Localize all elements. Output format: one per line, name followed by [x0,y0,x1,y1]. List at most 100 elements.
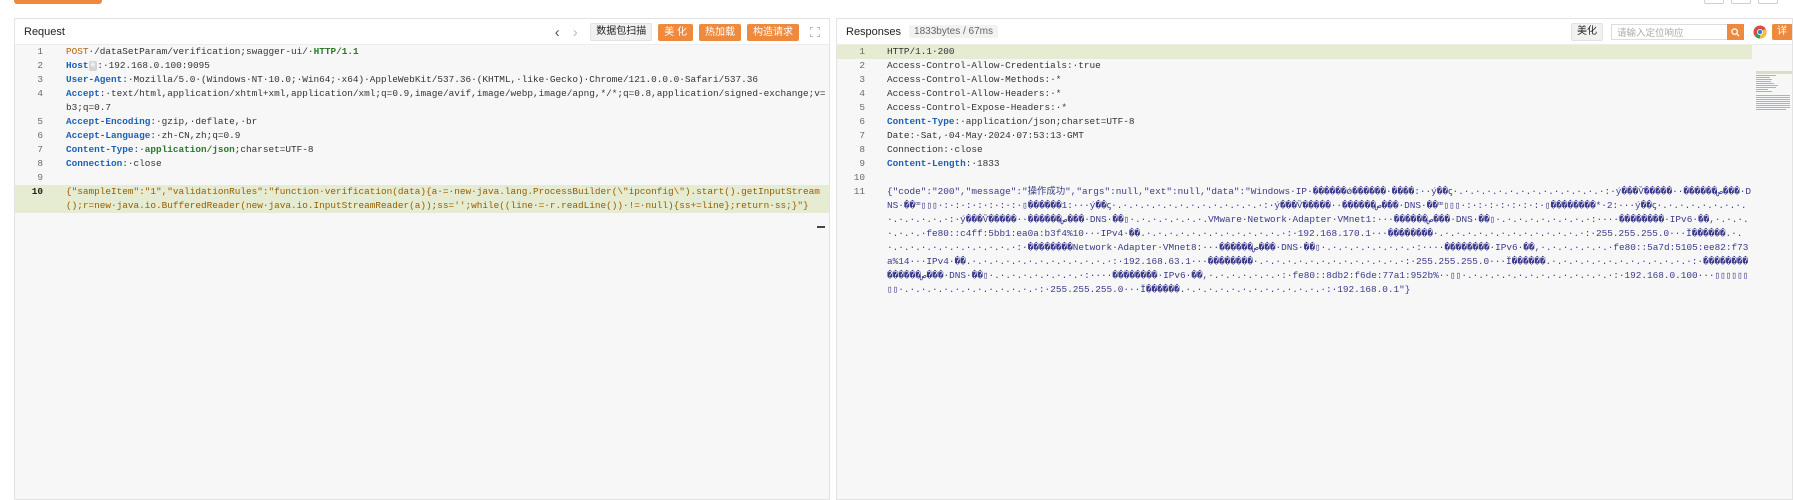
response-pane: Responses 1833bytes / 67ms 美化 请输入定位响应 详 [836,18,1793,500]
line-text: Connection:·close [43,157,829,171]
line-number: 1 [859,46,865,57]
response-line: 1 HTTP/1.1·200 [837,45,1752,59]
token: Access-Control-Allow-Credentials:·true [887,60,1101,71]
top-window-control-3[interactable] [1758,0,1778,4]
request-line: 8 Connection:·close [15,157,829,171]
forward-arrow-icon[interactable]: › [566,24,584,41]
token: POST [66,46,89,57]
token: ·/dataSetParam/verification;swagger-ui/· [88,46,314,57]
line-text: {"sampleItem":"1","validationRules":"fun… [43,185,829,213]
token: HTTP/1.1·200 [887,46,955,57]
top-orange-button[interactable] [14,0,102,4]
token: User-Agent [66,74,123,85]
token: :·192.168.0.100:9095 [97,60,210,71]
token: :·Mozilla/5.0·(Windows·NT·10.0;·Win64;·x… [122,74,758,85]
token: {"code":"200","message":"操作成功","args":nu… [887,186,1752,295]
request-editor[interactable]: 1 POST·/dataSetParam/verification;swagger… [15,45,829,499]
token: :·1833 [965,158,1000,169]
line-number: 10 [31,186,43,197]
token: Accept-Language [66,130,151,141]
token: ;charset=UTF-8 [234,144,314,155]
line-number: 5 [37,116,43,127]
request-line: 6 Accept-Language:·zh-CN,zh;q=0.9 [15,129,829,143]
token: :·close [122,158,162,169]
request-line: 10 {"sampleItem":"1","validationRules":"f… [15,185,829,213]
line-text: Accept-Encoding:·gzip,·deflate,·br [43,115,829,129]
request-line: 5 Accept-Encoding:·gzip,·deflate,·br [15,115,829,129]
line-text: Date:·Sat,·04·May·2024·07:53:13·GMT [865,129,1752,143]
line-number: 9 [37,172,43,183]
request-header: Request ‹ › 数据包扫描 美 化 热加载 构造请求 [15,19,829,45]
request-line: 4 Accept:·text/html,application/xhtml+xml… [15,87,829,115]
top-window-control-1[interactable] [1704,0,1724,4]
expand-icon[interactable] [807,27,823,37]
response-search-input[interactable]: 请输入定位响应 [1611,24,1727,40]
request-code-lines: 1 POST·/dataSetParam/verification;swagger… [15,45,829,213]
line-text: HTTP/1.1·200 [865,45,1752,59]
detail-button[interactable]: 详 [1772,24,1792,40]
token: :·text/html,application/xhtml+xml,applic… [66,88,826,113]
request-title: Request [24,25,65,38]
line-number: 10 [853,172,865,183]
response-code-lines: 1 HTTP/1.1·200 2 Access-Control-Allow-Crede… [837,45,1752,297]
token: Content-Length [887,158,966,169]
line-number: 5 [859,102,865,113]
response-line: 4 Access-Control-Allow-Headers:·* [837,87,1752,101]
line-text: Connection:·close [865,143,1752,157]
request-line: 7 Content-Type:·application/json;charset=… [15,143,829,157]
response-minimap[interactable] [1754,71,1792,131]
line-text: Access-Control-Expose-Headers:·* [865,101,1752,115]
token: Content-Type [887,116,955,127]
line-text: POST·/dataSetParam/verification;swagger-… [43,45,829,59]
request-line: 2 Host ⊕:·192.168.0.100:9095 [15,59,829,73]
line-number: 3 [37,74,43,85]
response-line: 11 {"code":"200","message":"操作成功","args":… [837,185,1752,297]
response-line: 2 Access-Control-Allow-Credentials:·true [837,59,1752,73]
token: Connection:·close [887,144,983,155]
beautify-button[interactable]: 美 化 [658,23,693,41]
response-line: 9 Content-Length:·1833 [837,157,1752,171]
response-search: 请输入定位响应 [1611,24,1744,40]
request-pane: Request ‹ › 数据包扫描 美 化 热加载 构造请求 1 POST·/da… [14,18,830,500]
response-beautify-button[interactable]: 美化 [1571,23,1603,41]
token: Host [66,60,89,71]
token: application/json [144,144,235,155]
response-line: 5 Access-Control-Expose-Headers:·* [837,101,1752,115]
line-number: 8 [859,144,865,155]
line-number: 9 [859,158,865,169]
back-arrow-icon[interactable]: ‹ [548,24,566,41]
line-number: 11 [853,186,865,197]
construct-request-button[interactable]: 构造请求 [747,23,799,41]
token: Accept-Encoding [66,116,151,127]
line-text [865,171,1752,185]
token: {"sampleItem":"1","validationRules":"fun… [66,186,820,211]
request-toolbar: ‹ › 数据包扫描 美 化 热加载 构造请求 [548,19,829,45]
packet-scan-button[interactable]: 数据包扫描 [590,23,653,41]
line-number: 4 [859,88,865,99]
response-viewer[interactable]: 1 HTTP/1.1·200 2 Access-Control-Allow-Crede… [837,45,1792,499]
hot-reload-button[interactable]: 热加载 [699,23,741,41]
line-number: 6 [859,116,865,127]
token: :·gzip,·deflate,·br [150,116,258,127]
response-line: 3 Access-Control-Allow-Methods:·* [837,73,1752,87]
token: Connection [66,158,123,169]
response-toolbar: 美化 请输入定位响应 详 [1565,19,1792,45]
token: :· [133,144,145,155]
line-text: Content-Type:·application/json;charset=U… [865,115,1752,129]
token: Date:·Sat,·04·May·2024·07:53:13·GMT [887,130,1084,141]
chrome-icon[interactable] [1753,25,1767,39]
token: :·zh-CN,zh;q=0.9 [150,130,241,141]
line-number: 2 [859,60,865,71]
line-text: Accept:·text/html,application/xhtml+xml,… [43,87,829,115]
line-number: 2 [37,60,43,71]
line-number: 1 [37,46,43,57]
token: Content-Type [66,144,134,155]
search-icon[interactable] [1727,24,1744,40]
request-line: 3 User-Agent:·Mozilla/5.0·(Windows·NT·10.… [15,73,829,87]
line-number: 7 [859,130,865,141]
token: HTTP/1.1 [313,46,359,57]
top-window-control-2[interactable] [1731,0,1751,4]
response-line: 6 Content-Type:·application/json;charset=… [837,115,1752,129]
line-number: 7 [37,144,43,155]
token: :·application/json;charset=UTF-8 [954,116,1135,127]
